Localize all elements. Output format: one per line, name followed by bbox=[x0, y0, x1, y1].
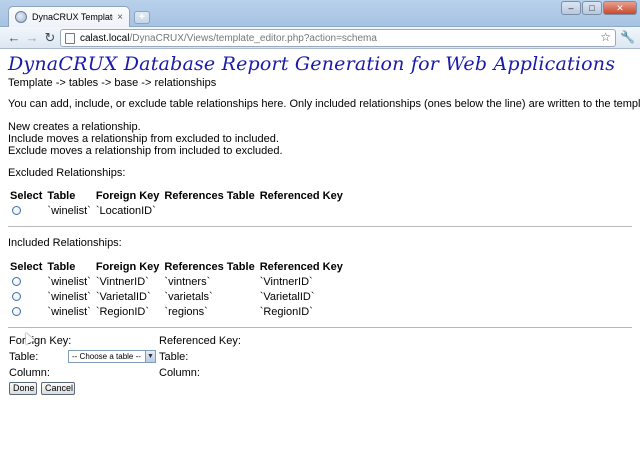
cell-references-table: `regions` bbox=[164, 305, 208, 318]
col-foreign-key: Foreign Key bbox=[95, 190, 160, 202]
reload-icon[interactable]: ↻ bbox=[42, 30, 58, 46]
table-header: Select Table Foreign Key References Tabl… bbox=[8, 260, 346, 274]
minimize-button[interactable]: – bbox=[561, 1, 581, 15]
cell-referenced-key: `RegionID` bbox=[259, 305, 313, 318]
col-referenced-key: Referenced Key bbox=[259, 261, 343, 273]
col-references-table: References Table bbox=[164, 261, 255, 273]
select-radio[interactable] bbox=[12, 206, 21, 216]
cell-table: `winelist` bbox=[47, 275, 91, 288]
select-value: -- Choose a table -- bbox=[72, 352, 141, 361]
excluded-heading: Excluded Relationships: bbox=[8, 167, 126, 179]
help-new: New creates a relationship. bbox=[8, 121, 141, 133]
cell-table: `winelist` bbox=[47, 204, 91, 217]
cell-table: `winelist` bbox=[47, 305, 91, 318]
page-content: DynaCRUX Database Report Generation for … bbox=[0, 49, 640, 461]
cell-foreign-key: `VarietalID` bbox=[95, 290, 151, 303]
done-button[interactable]: Done bbox=[9, 382, 37, 395]
col-referenced-key: Referenced Key bbox=[259, 190, 343, 202]
cell-references-table: `vintners` bbox=[164, 275, 211, 288]
url-host: calast.local bbox=[80, 32, 130, 44]
foreign-column-label: Column: bbox=[9, 367, 50, 379]
close-window-button[interactable]: ✕ bbox=[603, 1, 637, 15]
browser-tab[interactable]: DynaCRUX Template Editor × bbox=[8, 6, 130, 27]
new-tab-button[interactable]: + bbox=[134, 11, 150, 24]
cell-table: `winelist` bbox=[47, 290, 91, 303]
included-table: Select Table Foreign Key References Tabl… bbox=[8, 260, 346, 319]
back-icon[interactable]: ← bbox=[6, 30, 22, 46]
table-header: Select Table Foreign Key References Tabl… bbox=[8, 189, 346, 203]
breadcrumb: Template -> tables -> base -> relationsh… bbox=[8, 77, 217, 89]
excluded-table: Select Table Foreign Key References Tabl… bbox=[8, 189, 346, 218]
select-radio[interactable] bbox=[12, 292, 21, 302]
cell-referenced-key bbox=[258, 203, 346, 218]
browser-toolbar: ← → ↻ calast.local/DynaCRUX/Views/templa… bbox=[0, 27, 640, 49]
page-icon bbox=[65, 32, 75, 44]
referenced-column-label: Column: bbox=[159, 367, 200, 379]
help-exclude: Exclude moves a relationship from includ… bbox=[8, 145, 283, 157]
forward-icon[interactable]: → bbox=[24, 30, 40, 46]
window-titlebar: DynaCRUX Template Editor × + – □ ✕ bbox=[0, 0, 640, 27]
url-path: /DynaCRUX/Views/template_editor.php?acti… bbox=[129, 32, 377, 44]
foreign-table-label: Table: bbox=[9, 351, 39, 363]
bookmark-star-icon[interactable]: ☆ bbox=[600, 30, 611, 44]
table-row: `winelist` `LocationID` bbox=[8, 203, 346, 218]
cell-references-table: `varietals` bbox=[164, 290, 213, 303]
page-title: DynaCRUX Database Report Generation for … bbox=[8, 53, 616, 75]
col-foreign-key: Foreign Key bbox=[95, 261, 160, 273]
chevron-down-icon[interactable]: ▼ bbox=[145, 351, 155, 362]
cell-foreign-key: `VintnerID` bbox=[95, 275, 149, 288]
included-heading: Included Relationships: bbox=[8, 237, 122, 249]
cell-foreign-key: `RegionID` bbox=[95, 305, 150, 318]
foreign-table-select[interactable]: -- Choose a table -- ▼ bbox=[68, 350, 156, 363]
col-references-table: References Table bbox=[164, 190, 255, 202]
globe-icon bbox=[15, 11, 27, 23]
tab-close-icon[interactable]: × bbox=[117, 12, 123, 23]
referenced-key-label: Referenced Key: bbox=[159, 335, 241, 347]
foreign-key-label: Foreign Key: bbox=[9, 335, 72, 347]
maximize-button[interactable]: □ bbox=[582, 1, 602, 15]
table-row: `winelist` `RegionID` `regions` `RegionI… bbox=[8, 304, 346, 319]
cell-references-table bbox=[162, 203, 257, 218]
cell-referenced-key: `VarietalID` bbox=[259, 290, 315, 303]
table-row: `winelist` `VintnerID` `vintners` `Vintn… bbox=[8, 274, 346, 289]
wrench-menu-icon[interactable]: 🔧 bbox=[620, 30, 635, 44]
help-include: Include moves a relationship from exclud… bbox=[8, 133, 279, 145]
window-controls: – □ ✕ bbox=[561, 1, 637, 15]
referenced-table-label: Table: bbox=[159, 351, 189, 363]
table-row: `winelist` `VarietalID` `varietals` `Var… bbox=[8, 289, 346, 304]
cell-foreign-key: `LocationID` bbox=[95, 204, 156, 217]
cell-referenced-key: `VintnerID` bbox=[259, 275, 313, 288]
cancel-button[interactable]: Cancel bbox=[41, 382, 75, 395]
divider bbox=[8, 327, 632, 328]
col-select: Select bbox=[10, 190, 43, 202]
divider bbox=[8, 226, 632, 227]
select-radio[interactable] bbox=[12, 277, 21, 287]
col-table: Table bbox=[47, 190, 76, 202]
tab-title: DynaCRUX Template Editor bbox=[32, 12, 113, 22]
col-select: Select bbox=[10, 261, 43, 273]
address-bar[interactable]: calast.local/DynaCRUX/Views/template_edi… bbox=[60, 29, 616, 47]
intro-text: You can add, include, or exclude table r… bbox=[8, 98, 640, 110]
col-table: Table bbox=[47, 261, 76, 273]
select-radio[interactable] bbox=[12, 307, 21, 317]
